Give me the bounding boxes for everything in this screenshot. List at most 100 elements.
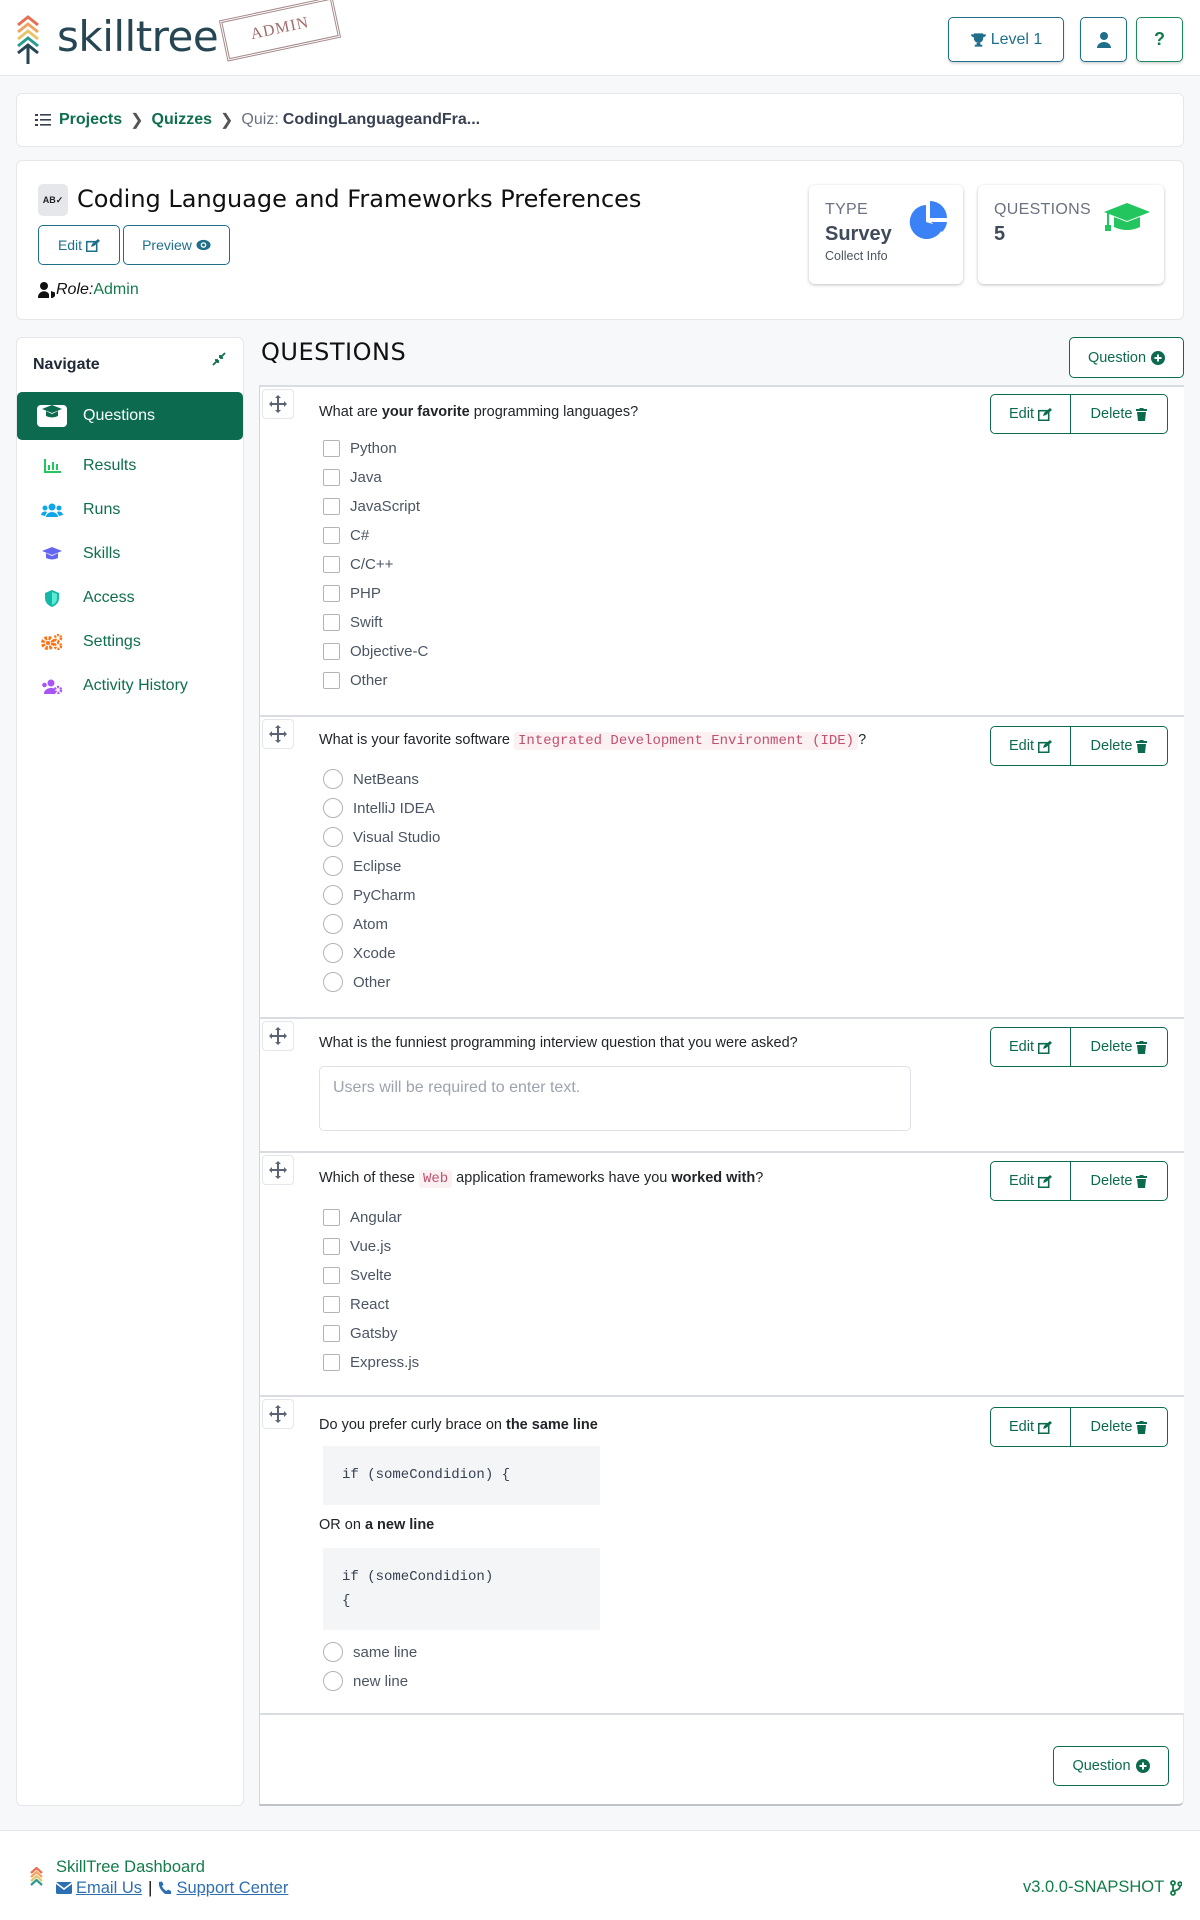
checkbox[interactable] <box>323 671 340 689</box>
checkbox[interactable] <box>323 1353 340 1371</box>
level-button[interactable]: Level 1 <box>948 17 1064 62</box>
edit-question-button[interactable]: Edit <box>991 1408 1071 1446</box>
drag-handle[interactable] <box>262 1155 294 1185</box>
radio-button[interactable] <box>323 1671 343 1691</box>
answer-option[interactable]: IntelliJ IDEA <box>323 797 435 819</box>
answer-option[interactable]: React <box>323 1293 389 1315</box>
checkbox[interactable] <box>323 1266 340 1284</box>
answer-option[interactable]: Objective-C <box>323 640 428 662</box>
radio-button[interactable] <box>323 885 343 905</box>
checkbox[interactable] <box>323 439 340 457</box>
sidebar-item-access[interactable]: Access <box>17 574 243 622</box>
answer-option[interactable]: Xcode <box>323 942 396 964</box>
answer-option[interactable]: Gatsby <box>323 1322 398 1344</box>
edit-question-button[interactable]: Edit <box>991 1162 1071 1200</box>
option-label: IntelliJ IDEA <box>353 799 435 817</box>
option-label: Eclipse <box>353 857 402 875</box>
preview-quiz-button[interactable]: Preview <box>123 225 230 265</box>
answer-option[interactable]: PyCharm <box>323 884 416 906</box>
text-fragment: ? <box>755 1170 764 1186</box>
answer-option[interactable]: JavaScript <box>323 495 420 517</box>
sidebar-item-questions[interactable]: Questions <box>17 392 243 440</box>
radio-button[interactable] <box>323 856 343 876</box>
answer-option[interactable]: Angular <box>323 1206 402 1228</box>
trash-icon <box>1136 1420 1148 1434</box>
admin-stamp: ADMIN <box>218 0 342 62</box>
email-us-link[interactable]: Email Us <box>76 1879 142 1898</box>
drag-handle[interactable] <box>262 1021 294 1051</box>
checkbox[interactable] <box>323 1295 340 1313</box>
sidebar-title: Navigate <box>33 356 100 373</box>
edit-question-button[interactable]: Edit <box>991 727 1071 765</box>
radio-button[interactable] <box>323 798 343 818</box>
checkbox[interactable] <box>323 642 340 660</box>
checkbox[interactable] <box>323 1208 340 1226</box>
radio-button[interactable] <box>323 943 343 963</box>
add-question-label: Question <box>1087 349 1147 366</box>
answer-option[interactable]: Visual Studio <box>323 826 440 848</box>
option-label: Atom <box>353 915 389 933</box>
checkbox[interactable] <box>323 613 340 631</box>
checkbox[interactable] <box>323 555 340 573</box>
delete-question-button[interactable]: Delete <box>1071 727 1167 765</box>
delete-question-button[interactable]: Delete <box>1071 1408 1167 1446</box>
delete-question-button[interactable]: Delete <box>1071 1028 1167 1066</box>
radio-button[interactable] <box>323 827 343 847</box>
move-icon <box>269 395 287 413</box>
radio-button[interactable] <box>323 769 343 789</box>
collapse-icon[interactable] <box>212 352 226 366</box>
breadcrumb-quizzes[interactable]: Quizzes <box>152 111 212 129</box>
drag-handle[interactable] <box>262 719 294 749</box>
user-button[interactable] <box>1080 17 1127 62</box>
answer-option[interactable]: Python <box>323 437 397 459</box>
answer-option[interactable]: new line <box>323 1670 408 1692</box>
answer-option[interactable]: Other <box>323 669 388 691</box>
answer-option[interactable]: Vue.js <box>323 1235 391 1257</box>
answer-option[interactable]: Java <box>323 466 382 488</box>
add-question-button-bottom[interactable]: Question <box>1053 1746 1169 1786</box>
help-button[interactable]: ? <box>1136 17 1183 62</box>
drag-handle[interactable] <box>262 1399 294 1429</box>
edit-icon <box>1038 739 1052 753</box>
radio-button[interactable] <box>323 914 343 934</box>
users-cog-icon <box>39 679 65 694</box>
answer-option[interactable]: same line <box>323 1641 417 1663</box>
checkbox[interactable] <box>323 584 340 602</box>
sidebar-item-results[interactable]: Results <box>17 442 243 490</box>
answer-option[interactable]: C# <box>323 524 369 546</box>
checkbox[interactable] <box>323 526 340 544</box>
logo-text[interactable]: skilltree <box>57 12 219 61</box>
answer-option[interactable]: Atom <box>323 913 388 935</box>
sidebar-item-runs[interactable]: Runs <box>17 486 243 534</box>
add-question-button[interactable]: Question <box>1069 337 1184 378</box>
radio-button[interactable] <box>323 1642 343 1662</box>
checkbox[interactable] <box>323 497 340 515</box>
checkbox[interactable] <box>323 1324 340 1342</box>
type-stat-sub: Collect Info <box>825 249 888 263</box>
edit-quiz-button[interactable]: Edit <box>38 225 120 265</box>
answer-option[interactable]: NetBeans <box>323 768 419 790</box>
drag-handle[interactable] <box>262 389 294 419</box>
bold-text: worked with <box>671 1170 756 1186</box>
sidebar-item-activity-history[interactable]: Activity History <box>17 662 243 710</box>
edit-question-button[interactable]: Edit <box>991 1028 1071 1066</box>
checkbox[interactable] <box>323 1237 340 1255</box>
answer-option[interactable]: PHP <box>323 582 381 604</box>
answer-option[interactable]: Other <box>323 971 391 993</box>
delete-question-button[interactable]: Delete <box>1071 1162 1167 1200</box>
checkbox[interactable] <box>323 468 340 486</box>
answer-option[interactable]: Express.js <box>323 1351 419 1373</box>
text-answer-input[interactable]: Users will be required to enter text. <box>319 1066 911 1131</box>
delete-question-button[interactable]: Delete <box>1071 395 1167 433</box>
sidebar-item-skills[interactable]: Skills <box>17 530 243 578</box>
answer-option[interactable]: Swift <box>323 611 383 633</box>
radio-button[interactable] <box>323 972 343 992</box>
sidebar-item-settings[interactable]: Settings <box>17 618 243 666</box>
answer-option[interactable]: Svelte <box>323 1264 392 1286</box>
breadcrumb-projects[interactable]: Projects <box>59 111 122 129</box>
answer-option[interactable]: Eclipse <box>323 855 401 877</box>
support-center-link[interactable]: Support Center <box>176 1879 288 1898</box>
answer-option[interactable]: C/C++ <box>323 553 393 575</box>
option-label: C/C++ <box>350 555 394 573</box>
edit-question-button[interactable]: Edit <box>991 395 1071 433</box>
